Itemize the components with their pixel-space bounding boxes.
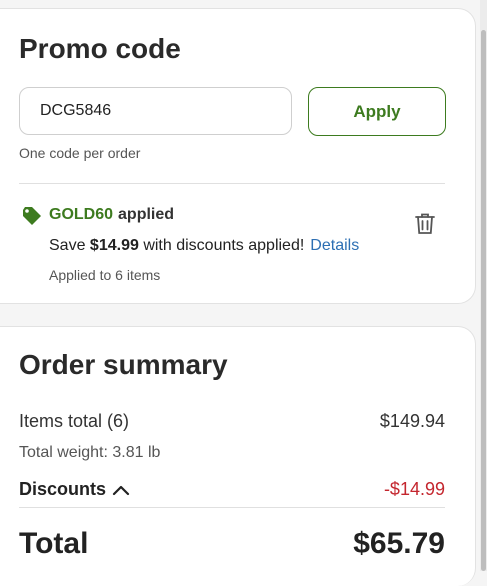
applied-promo-line: GOLD60 applied	[49, 206, 174, 224]
discounts-row: Discounts -$14.99	[19, 479, 445, 500]
applied-promo-code: GOLD60	[49, 206, 114, 223]
applied-status: applied	[118, 206, 175, 223]
apply-button[interactable]: Apply	[308, 87, 446, 136]
promo-code-title: Promo code	[19, 33, 181, 64]
promo-code-card: Promo code Apply One code per order GOLD…	[0, 8, 476, 304]
total-weight: Total weight: 3.81 lb	[19, 444, 161, 461]
discounts-toggle[interactable]: Discounts	[19, 479, 130, 500]
chevron-up-icon	[112, 485, 130, 495]
promo-divider	[19, 183, 445, 184]
discounts-value: -$14.99	[383, 479, 445, 499]
order-summary-title: Order summary	[19, 349, 228, 380]
save-prefix: Save	[49, 237, 86, 254]
save-suffix: with discounts applied!	[143, 237, 305, 254]
items-total-value: $149.94	[379, 411, 445, 431]
items-total-label: Items total (6)	[19, 411, 130, 431]
promo-hint: One code per order	[19, 145, 141, 161]
scrollbar-thumb[interactable]	[481, 30, 486, 571]
save-amount: $14.99	[89, 237, 139, 254]
total-label: Total	[19, 527, 89, 560]
trash-icon[interactable]	[412, 211, 438, 237]
total-value: $65.79	[353, 527, 445, 560]
tag-icon	[23, 207, 41, 225]
order-summary-card: Order summary Items total (6) $149.94 To…	[0, 326, 476, 586]
discounts-label: Discounts	[19, 479, 107, 499]
promo-code-input[interactable]	[19, 87, 292, 135]
summary-divider	[19, 507, 445, 508]
savings-line: Save $14.99 with discounts applied! Detai…	[49, 237, 359, 255]
items-total-row: Items total (6) $149.94	[19, 411, 445, 432]
applied-to-items: Applied to 6 items	[49, 267, 161, 283]
total-row: Total $65.79	[19, 527, 445, 561]
details-link[interactable]: Details	[310, 237, 359, 254]
